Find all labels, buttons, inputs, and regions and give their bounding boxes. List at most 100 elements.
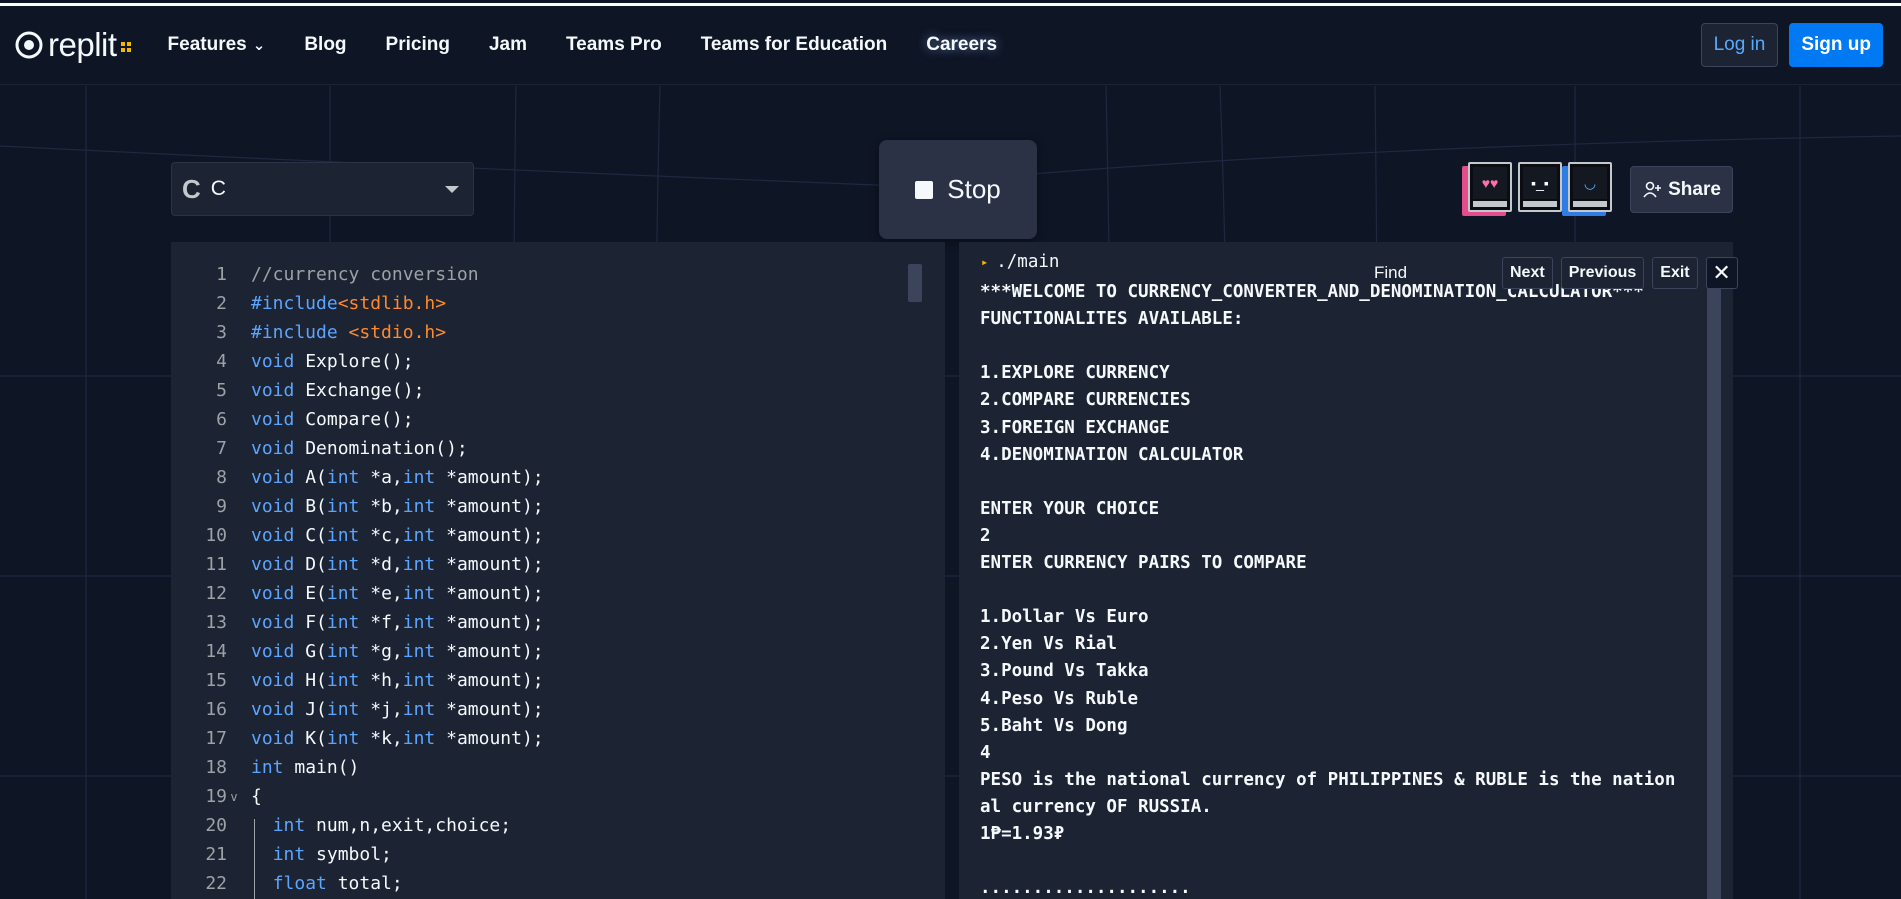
nav-link-label: Features — [167, 34, 247, 55]
code-line[interactable]: 2 #include<stdlib.h> — [171, 289, 945, 318]
code-line[interactable]: 16 void J(int *j,int *amount); — [171, 695, 945, 724]
code-line[interactable]: 21 int symbol; — [171, 840, 945, 869]
share-button[interactable]: Share — [1630, 166, 1733, 213]
code-text: float total; — [272, 873, 403, 894]
line-number: 12 — [205, 583, 227, 604]
replit-logo[interactable]: replit — [14, 26, 131, 64]
find-next-button[interactable]: Next — [1502, 257, 1553, 289]
find-previous-button[interactable]: Previous — [1560, 257, 1645, 289]
console-line: 3.Pound Vs Takka — [980, 661, 1149, 682]
avatar[interactable]: ◡ — [1568, 162, 1612, 212]
c-language-icon: C — [182, 173, 201, 204]
console-scrollbar[interactable] — [1707, 260, 1721, 899]
console-line: ENTER YOUR CHOICE — [980, 498, 1160, 519]
logo-dots — [120, 42, 131, 52]
console-line: 1₱=1.93₽ — [980, 824, 1065, 844]
signup-button[interactable]: Sign up — [1789, 23, 1883, 67]
code-line[interactable]: 3 #include <stdio.h> — [171, 318, 945, 347]
line-number: 6 — [216, 409, 227, 430]
console-line: 2 — [980, 525, 991, 546]
console-line: 4.DENOMINATION CALCULATOR — [980, 444, 1244, 465]
avatar-face: ♥♥ — [1473, 167, 1507, 199]
language-select[interactable]: C C — [171, 162, 474, 216]
line-number: 3 — [216, 322, 227, 343]
close-icon[interactable]: ✕ — [1705, 257, 1738, 289]
code-text: void D(int *d,int *amount); — [251, 554, 544, 575]
code-line[interactable]: 14 void G(int *g,int *amount); — [171, 637, 945, 666]
console-line: FUNCTIONALITES AVAILABLE: — [980, 309, 1244, 330]
prompt-command: ./main — [996, 252, 1060, 272]
code-text: void Exchange(); — [251, 380, 425, 401]
console-output[interactable]: ▸ ./main ***WELCOME TO CURRENCY_CONVERTE… — [959, 242, 1733, 899]
line-number: 1 — [216, 264, 227, 285]
nav-links: Features ⌄ Blog Pricing Jam Teams Pro Te… — [147, 34, 1015, 56]
fold-chevron-icon[interactable]: v — [227, 790, 241, 804]
nav-link-careers[interactable]: Careers — [926, 34, 997, 56]
nav-link-blog[interactable]: Blog — [304, 34, 346, 56]
line-number: 9 — [216, 496, 227, 517]
line-number: 20 — [205, 815, 227, 836]
code-line[interactable]: 20 int num,n,exit,choice; — [171, 811, 945, 840]
nav-link-teams-for-education[interactable]: Teams for Education — [701, 34, 888, 56]
code-text: void F(int *f,int *amount); — [251, 612, 544, 633]
code-line[interactable]: 1 //currency conversion — [171, 260, 945, 289]
code-line[interactable]: 4 void Explore(); — [171, 347, 945, 376]
line-number: 11 — [205, 554, 227, 575]
code-text: void G(int *g,int *amount); — [251, 641, 544, 662]
console-line: 4 — [980, 742, 991, 763]
code-text: void H(int *h,int *amount); — [251, 670, 544, 691]
line-number: 8 — [216, 467, 227, 488]
find-label[interactable]: Find — [1374, 263, 1502, 283]
console-line: 4.Peso Vs Ruble — [980, 688, 1139, 709]
code-text: void C(int *c,int *amount); — [251, 525, 544, 546]
auth-buttons: Log in Sign up — [1700, 23, 1883, 67]
code-editor[interactable]: 1 //currency conversion 2 #include<stdlib.h… — [171, 242, 945, 899]
console-line: 2.Yen Vs Rial — [980, 634, 1117, 655]
console-line: 1.EXPLORE CURRENCY — [980, 363, 1170, 384]
line-number: 21 — [205, 844, 227, 865]
caret-down-icon — [445, 185, 459, 193]
line-number: 10 — [205, 525, 227, 546]
line-number: 7 — [216, 438, 227, 459]
code-line[interactable]: 12 void E(int *e,int *amount); — [171, 579, 945, 608]
replit-logo-icon — [15, 31, 43, 59]
code-line[interactable]: 9 void B(int *b,int *amount); — [171, 492, 945, 521]
nav-link-label: Pricing — [385, 34, 450, 55]
console-line: 5.Baht Vs Dong — [980, 715, 1128, 736]
code-line[interactable]: 7 void Denomination(); — [171, 434, 945, 463]
multiplayer-avatars: ♥♥ ▪_▪ ◡ — [1468, 162, 1612, 212]
code-line[interactable]: 22 float total; — [171, 869, 945, 898]
find-exit-button[interactable]: Exit — [1652, 257, 1698, 289]
code-line[interactable]: 19 v { — [171, 782, 945, 811]
code-text: void B(int *b,int *amount); — [251, 496, 544, 517]
nav-link-label: Jam — [488, 34, 527, 55]
code-text: void Explore(); — [251, 351, 414, 372]
code-text: void Denomination(); — [251, 438, 468, 459]
console-line: 3.FOREIGN EXCHANGE — [980, 417, 1170, 438]
stop-icon — [915, 180, 934, 199]
login-button[interactable]: Log in — [1700, 23, 1779, 67]
nav-link-teams-pro[interactable]: Teams Pro — [566, 34, 662, 56]
code-line[interactable]: 11 void D(int *d,int *amount); — [171, 550, 945, 579]
nav-link-features[interactable]: Features ⌄ — [168, 34, 266, 56]
code-line[interactable]: 13 void F(int *f,int *amount); — [171, 608, 945, 637]
stop-button[interactable]: Stop — [879, 140, 1037, 239]
code-text: int symbol; — [272, 844, 392, 865]
avatar[interactable]: ♥♥ — [1468, 162, 1512, 212]
avatar[interactable]: ▪_▪ — [1518, 162, 1562, 212]
avatar-face: ▪_▪ — [1523, 167, 1557, 199]
share-label: Share — [1668, 178, 1721, 200]
code-line[interactable]: 15 void H(int *h,int *amount); — [171, 666, 945, 695]
code-line[interactable]: 8 void A(int *a,int *amount); — [171, 463, 945, 492]
prompt-icon: ▸ — [981, 255, 989, 269]
nav-link-jam[interactable]: Jam — [489, 34, 527, 56]
code-text: void E(int *e,int *amount); — [251, 583, 544, 604]
console-line: .................... — [980, 878, 1191, 899]
code-line[interactable]: 6 void Compare(); — [171, 405, 945, 434]
code-line[interactable]: 17 void K(int *k,int *amount); — [171, 724, 945, 753]
nav-link-pricing[interactable]: Pricing — [386, 34, 450, 56]
code-line[interactable]: 5 void Exchange(); — [171, 376, 945, 405]
top-navigation: replit Features ⌄ Blog Pricing Jam Teams… — [0, 3, 1901, 85]
code-line[interactable]: 18 int main() — [171, 753, 945, 782]
code-line[interactable]: 10 void C(int *c,int *amount); — [171, 521, 945, 550]
